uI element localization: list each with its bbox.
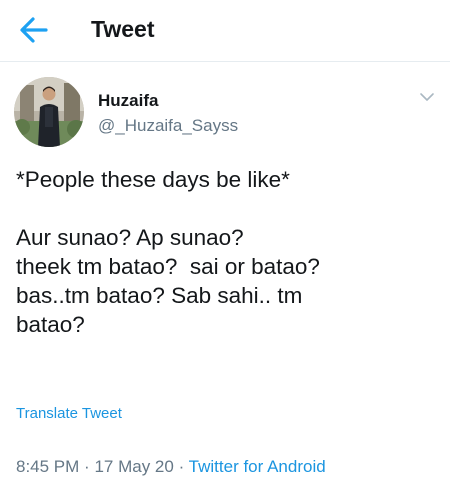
avatar-photo xyxy=(14,77,84,147)
tweet-meta: 8:45 PM · 17 May 20 · Twitter for Androi… xyxy=(16,456,326,478)
translate-tweet-link[interactable]: Translate Tweet xyxy=(16,404,122,424)
tweet-time: 8:45 PM xyxy=(16,457,80,476)
meta-separator: · xyxy=(84,457,90,476)
tweet-menu-button[interactable] xyxy=(418,88,436,106)
chevron-down-icon xyxy=(420,93,434,101)
page-title: Tweet xyxy=(91,16,155,42)
back-button[interactable] xyxy=(16,12,52,48)
tweet-date: 17 May 20 xyxy=(94,457,174,476)
tweet-text: *People these days be like* Aur sunao? A… xyxy=(16,167,320,337)
avatar[interactable] xyxy=(14,77,84,147)
author-name[interactable]: Huzaifa xyxy=(98,91,158,111)
meta-separator: · xyxy=(178,457,185,476)
top-bar: Tweet xyxy=(0,0,450,62)
tweet-source-link[interactable]: Twitter for Android xyxy=(189,457,326,476)
author-handle[interactable]: @_Huzaifa_Sayss xyxy=(98,116,238,136)
back-arrow-icon xyxy=(20,17,48,43)
